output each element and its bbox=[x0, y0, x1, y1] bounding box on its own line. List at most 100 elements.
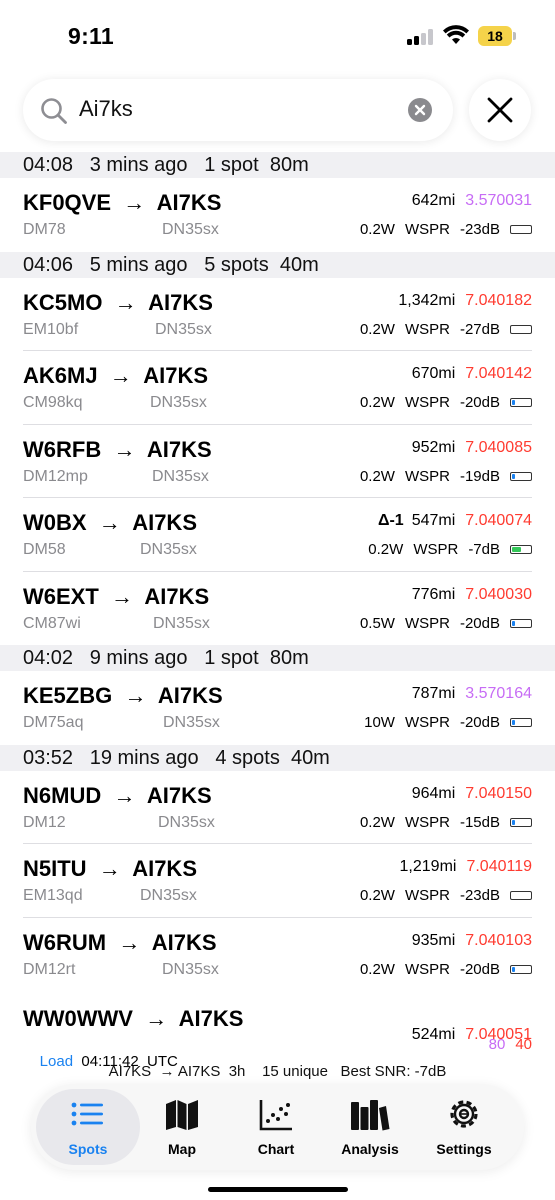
spot-row[interactable]: N6MUD → AI7KS DM12 DN35sx 964mi 7.040150 0.2W… bbox=[0, 771, 555, 845]
spot-mode: WSPR bbox=[404, 221, 450, 238]
spot-mode: WSPR bbox=[404, 320, 450, 338]
list-icon bbox=[71, 1102, 103, 1126]
group-header: 04:08 3 mins ago 1 spot 80m bbox=[0, 152, 555, 178]
spot-calls: W6RUM → AI7KS bbox=[23, 929, 217, 955]
spot-snr: -23dB bbox=[459, 887, 500, 904]
spot-row[interactable]: W6RUM → AI7KS DM12rt DN35sx 935mi 7.040103 0.… bbox=[0, 918, 555, 992]
spot-row[interactable]: N5ITU → AI7KS EM13qd DN35sx 1,219mi 7.040119… bbox=[0, 844, 555, 918]
tab-spots[interactable]: Spots bbox=[36, 1089, 140, 1165]
spot-mode: WSPR bbox=[404, 714, 450, 731]
spot-frequency: 7.040119 bbox=[466, 858, 532, 875]
spot-distance: 670mi bbox=[411, 365, 456, 382]
spot-mode: WSPR bbox=[404, 614, 450, 632]
spot-row[interactable]: W6EXT → AI7KS CM87wi DN35sx 776mi 7.040030 0.… bbox=[0, 572, 555, 646]
spot-from-grid: DM12rt bbox=[23, 960, 76, 978]
snr-meter bbox=[510, 471, 532, 481]
snr-meter bbox=[510, 398, 532, 407]
spot-list[interactable]: 04:08 3 mins ago 1 spot 80m KF0QVE → AI7K… bbox=[0, 152, 555, 991]
spot-from-grid: EM10bf bbox=[23, 320, 79, 338]
band-filter: 80 40 bbox=[489, 1036, 532, 1053]
spot-frequency: 7.040142 bbox=[465, 365, 532, 382]
spot-mode: WSPR bbox=[404, 467, 450, 485]
tab-label: Chart bbox=[257, 1141, 295, 1157]
spot-from-grid: DM58 bbox=[23, 541, 66, 558]
spot-to-grid: DN35sx bbox=[162, 221, 219, 238]
spot-power: 0.2W bbox=[368, 541, 404, 558]
spot-distance: 1,342mi bbox=[398, 291, 456, 309]
spot-distance: 642mi bbox=[411, 192, 456, 209]
books-icon bbox=[351, 1100, 390, 1131]
spot-from-grid: DM78 bbox=[23, 221, 66, 238]
spot-snr: -27dB bbox=[459, 320, 500, 338]
status-bar: 9:11 18 bbox=[0, 0, 555, 72]
spot-row[interactable]: AK6MJ → AI7KS CM98kq DN35sx 670mi 7.040142 0.… bbox=[0, 351, 555, 425]
spot-snr: -23dB bbox=[459, 221, 500, 238]
spot-calls: W6EXT → AI7KS bbox=[23, 583, 210, 609]
spot-snr: -20dB bbox=[459, 960, 500, 978]
spot-distance: 787mi bbox=[411, 685, 456, 702]
spot-power: 0.2W bbox=[359, 813, 395, 831]
spot-power: 0.2W bbox=[359, 467, 395, 485]
snr-meter bbox=[510, 545, 532, 554]
tab-settings[interactable]: Settings bbox=[412, 1089, 516, 1165]
spot-to-grid: DN35sx bbox=[155, 320, 212, 338]
summary-line: AI7KS → AI7KS 3h 15 unique Best SNR: -7d… bbox=[108, 1063, 447, 1080]
spot-calls: W0BX → AI7KS bbox=[23, 510, 197, 535]
tab-map[interactable]: Map bbox=[130, 1089, 234, 1165]
cellular-signal-icon bbox=[407, 29, 435, 45]
group-header: 04:06 5 mins ago 5 spots 40m bbox=[0, 251, 555, 278]
tab-label: Analysis bbox=[341, 1141, 399, 1157]
spot-snr: -7dB bbox=[468, 541, 500, 558]
spot-power: 0.5W bbox=[359, 614, 395, 632]
search-field[interactable]: Ai7ks bbox=[23, 79, 453, 141]
wifi-icon bbox=[443, 25, 469, 44]
spot-distance: 547mi bbox=[411, 512, 456, 529]
spot-power: 0.2W bbox=[359, 221, 395, 238]
spot-row[interactable]: W0BX → AI7KS DM58 DN35sx Δ-1 547mi 7.040074 0.… bbox=[0, 498, 555, 572]
gear-icon bbox=[450, 1100, 478, 1128]
spot-from-grid: DM12mp bbox=[23, 467, 88, 485]
search-input[interactable]: Ai7ks bbox=[79, 96, 133, 122]
spot-distance: 1,219mi bbox=[399, 858, 457, 875]
spot-distance: 776mi bbox=[411, 585, 456, 603]
spot-frequency: 3.570164 bbox=[465, 685, 532, 702]
snr-meter bbox=[510, 817, 532, 827]
spot-row[interactable]: KE5ZBG → AI7KS DM75aq DN35sx 787mi 3.570164 1… bbox=[0, 671, 555, 745]
group-header: 04:02 9 mins ago 1 spot 80m bbox=[0, 645, 555, 671]
close-search-button[interactable] bbox=[469, 79, 531, 141]
search-icon bbox=[41, 98, 67, 124]
snr-meter bbox=[510, 891, 532, 900]
spot-snr: -20dB bbox=[459, 394, 500, 411]
spot-to-grid: DN35sx bbox=[152, 467, 209, 485]
spot-power: 0.2W bbox=[359, 960, 395, 978]
clear-search-icon[interactable] bbox=[408, 98, 432, 122]
spot-row[interactable]: WW0WWV → AI7KS 524mi 7.040051 Load 04:11:… bbox=[0, 994, 555, 1070]
spot-power: 10W bbox=[364, 714, 395, 731]
band-80-label[interactable]: 80 bbox=[489, 1036, 506, 1053]
close-icon bbox=[487, 97, 513, 123]
spot-frequency: 7.040030 bbox=[465, 585, 532, 603]
spot-mode: WSPR bbox=[404, 394, 450, 411]
tab-bar: Spots Map Chart Analysis Settings bbox=[31, 1084, 524, 1170]
spot-power: 0.2W bbox=[359, 320, 395, 338]
spot-frequency: 7.040085 bbox=[465, 438, 532, 456]
tab-chart[interactable]: Chart bbox=[224, 1089, 328, 1165]
spot-row[interactable]: KF0QVE → AI7KS DM78 DN35sx 642mi 3.570031 0.2… bbox=[0, 178, 555, 252]
spot-snr: -20dB bbox=[459, 614, 500, 632]
band-40-label[interactable]: 40 bbox=[515, 1036, 532, 1053]
tab-analysis[interactable]: Analysis bbox=[318, 1089, 422, 1165]
snr-meter bbox=[510, 964, 532, 974]
spot-calls: W6RFB → AI7KS bbox=[23, 436, 212, 462]
spot-snr: -20dB bbox=[459, 714, 500, 731]
tab-label: Spots bbox=[68, 1141, 108, 1157]
snr-meter bbox=[510, 225, 532, 234]
spot-row[interactable]: KC5MO → AI7KS EM10bf DN35sx 1,342mi 7.040182… bbox=[0, 278, 555, 352]
spot-calls: N6MUD → AI7KS bbox=[23, 782, 212, 808]
spot-from-grid: CM87wi bbox=[23, 614, 81, 632]
spot-mode: WSPR bbox=[404, 960, 450, 978]
spot-distance: 964mi bbox=[411, 784, 456, 802]
tab-label: Settings bbox=[436, 1141, 492, 1157]
snr-meter bbox=[510, 324, 532, 334]
spot-row[interactable]: W6RFB → AI7KS DM12mp DN35sx 952mi 7.040085 0.… bbox=[0, 425, 555, 499]
spot-mode: WSPR bbox=[413, 541, 459, 558]
